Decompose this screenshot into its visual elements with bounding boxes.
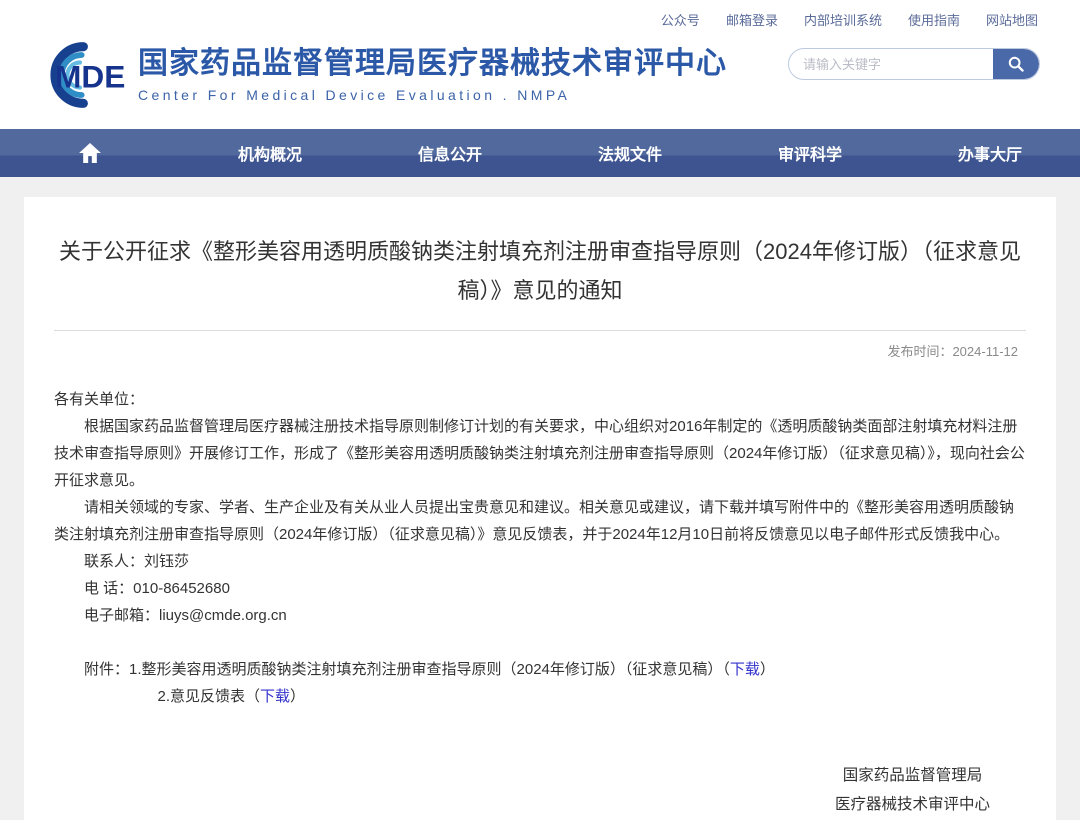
nav-item-about[interactable]: 机构概况 <box>180 129 360 177</box>
site-search <box>788 48 1040 80</box>
org-name-block: 国家药品监督管理局医疗器械技术审评中心 Center For Medical D… <box>138 47 727 103</box>
paragraph-1: 根据国家药品监督管理局医疗器械注册技术指导原则制修订计划的有关要求，中心组织对2… <box>54 413 1026 494</box>
article-card: 关于公开征求《整形美容用透明质酸钠类注射填充剂注册审查指导原则（2024年修订版… <box>24 197 1056 820</box>
attachment-1-download-link[interactable]: 下载 <box>730 661 760 678</box>
search-icon <box>1007 55 1025 73</box>
signature-org-1: 国家药品监督管理局 <box>835 762 990 791</box>
link-user-guide[interactable]: 使用指南 <box>908 10 960 29</box>
logo-text: MDE <box>55 59 125 95</box>
link-mail-login[interactable]: 邮箱登录 <box>726 10 778 29</box>
home-icon <box>79 143 101 163</box>
nav-item-review-science[interactable]: 审评科学 <box>720 129 900 177</box>
link-wechat-official[interactable]: 公众号 <box>661 10 700 29</box>
signature-block: 国家药品监督管理局 医疗器械技术审评中心 2024年11月11日 <box>835 762 990 820</box>
signature-org-2: 医疗器械技术审评中心 <box>835 791 990 820</box>
attachment-1: 附件：1.整形美容用透明质酸钠类注射填充剂注册审查指导原则（2024年修订版）（… <box>54 656 1026 683</box>
cmde-logo-icon: MDE <box>28 35 132 115</box>
publish-date: 发布时间：2024-11-12 <box>54 331 1026 360</box>
search-input[interactable] <box>789 49 993 79</box>
org-name-zh: 国家药品监督管理局医疗器械技术审评中心 <box>138 47 727 82</box>
contact-name: 联系人：刘钰莎 <box>54 548 1026 575</box>
site-header: 公众号 邮箱登录 内部培训系统 使用指南 网站地图 MDE 国家药品监督管理局医… <box>0 0 1080 129</box>
search-button[interactable] <box>993 49 1039 79</box>
main-nav: 机构概况 信息公开 法规文件 审评科学 办事大厅 <box>0 129 1080 177</box>
nav-item-info-disclosure[interactable]: 信息公开 <box>360 129 540 177</box>
attachment-2-download-link[interactable]: 下载 <box>260 688 290 705</box>
nav-item-service-hall[interactable]: 办事大厅 <box>900 129 1080 177</box>
org-name-en: Center For Medical Device Evaluation . N… <box>138 87 727 103</box>
contact-email: 电子邮箱：liuys@cmde.org.cn <box>54 602 1026 629</box>
nav-item-regulations[interactable]: 法规文件 <box>540 129 720 177</box>
paragraph-2: 请相关领域的专家、学者、生产企业及有关从业人员提出宝贵意见和建议。相关意见或建议… <box>54 494 1026 548</box>
attachment-2-suffix: ） <box>290 688 305 705</box>
link-sitemap[interactable]: 网站地图 <box>986 10 1038 29</box>
contact-phone: 电 话：010-86452680 <box>54 575 1026 602</box>
article-title: 关于公开征求《整形美容用透明质酸钠类注射填充剂注册审查指导原则（2024年修订版… <box>54 233 1026 310</box>
utility-links-bar: 公众号 邮箱登录 内部培训系统 使用指南 网站地图 <box>0 0 1080 29</box>
attachment-2-text: 2.意见反馈表（ <box>158 688 261 705</box>
attachment-1-suffix: ） <box>760 661 775 678</box>
attachment-2: 2.意见反馈表（下载） <box>54 683 1026 710</box>
salutation: 各有关单位： <box>54 386 1026 413</box>
attachment-1-text: 附件：1.整形美容用透明质酸钠类注射填充剂注册审查指导原则（2024年修订版）（… <box>84 661 730 678</box>
link-internal-training[interactable]: 内部培训系统 <box>804 10 882 29</box>
article-body: 各有关单位： 根据国家药品监督管理局医疗器械注册技术指导原则制修订计划的有关要求… <box>54 386 1026 820</box>
nav-item-home[interactable] <box>0 129 180 177</box>
